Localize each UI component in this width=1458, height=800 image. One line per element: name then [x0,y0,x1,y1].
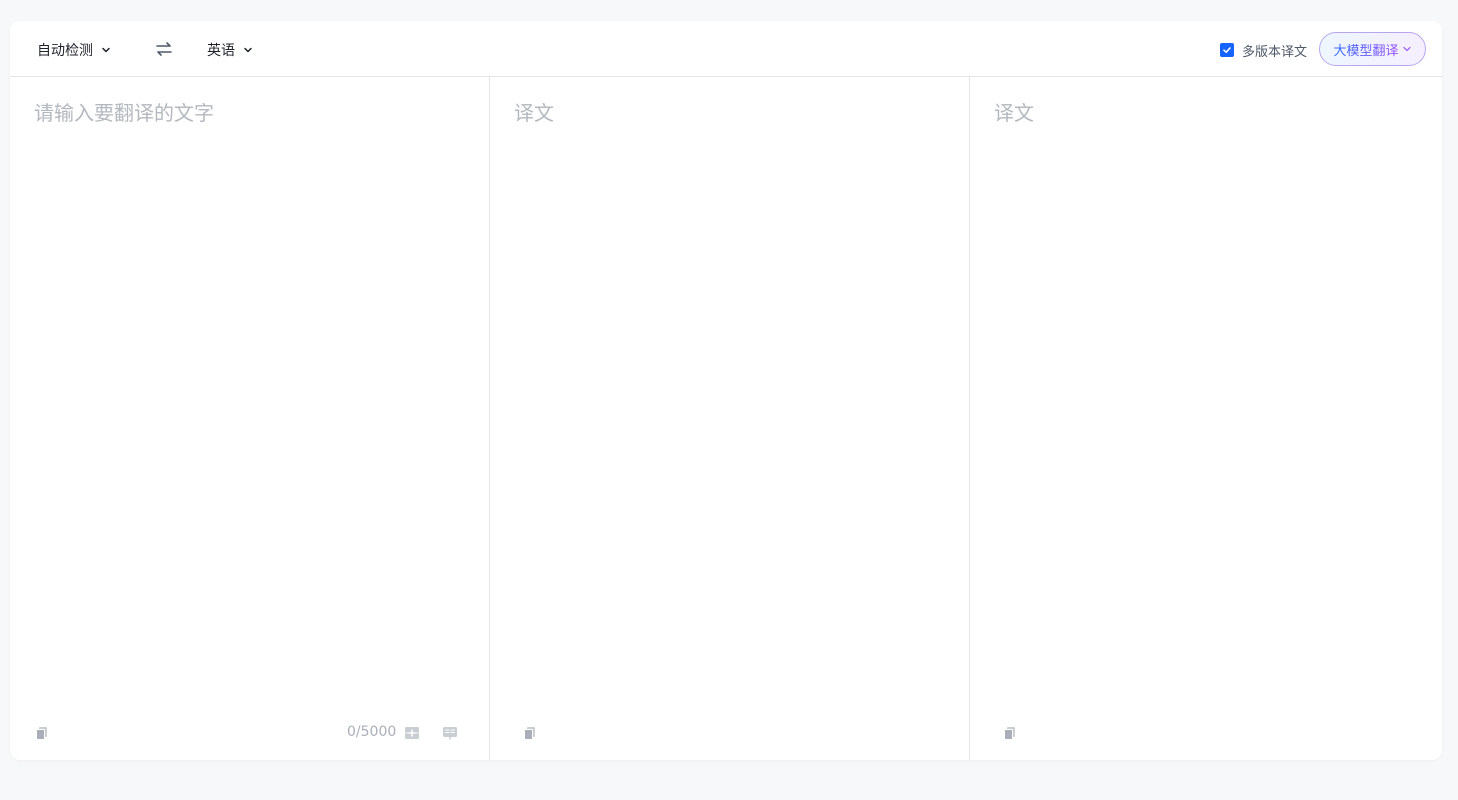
source-language-select[interactable]: 自动检测 [37,39,111,61]
chevron-down-icon [102,47,110,53]
translation-placeholder: 译文 [994,101,1034,125]
multi-version-label: 多版本译文 [1242,44,1308,60]
source-text-input[interactable] [34,97,464,687]
llm-translate-label: 大模型翻译 [1333,40,1398,59]
copy-icon[interactable] [1002,725,1018,741]
translation-pane-1: 译文 [490,77,970,760]
chevron-down-icon [244,47,252,53]
multi-version-checkbox[interactable] [1220,43,1234,57]
reading-icon[interactable] [442,725,458,741]
chevron-down-icon [1402,46,1411,52]
target-language-label: 英语 [207,43,235,59]
toolbar: 自动检测 英语 多版本译文 大模型翻译 [10,21,1442,77]
multi-version-toggle[interactable]: 多版本译文 [1220,40,1307,60]
translation-placeholder: 译文 [514,101,554,125]
source-language-label: 自动检测 [37,43,93,59]
swap-icon[interactable] [154,39,174,59]
translation-pane-2: 译文 [970,77,1442,760]
char-count: 0/5000 [347,724,397,740]
check-icon [1223,47,1231,53]
target-language-select[interactable]: 英语 [207,39,253,61]
translator-card: 自动检测 英语 多版本译文 大模型翻译 请输入要翻译的文字 0/5000 译文 … [10,21,1442,760]
llm-translate-button[interactable]: 大模型翻译 [1319,32,1426,66]
add-term-icon[interactable] [404,725,420,741]
source-pane: 0/5000 [10,77,490,760]
copy-icon[interactable] [522,725,538,741]
copy-icon[interactable] [34,725,50,741]
